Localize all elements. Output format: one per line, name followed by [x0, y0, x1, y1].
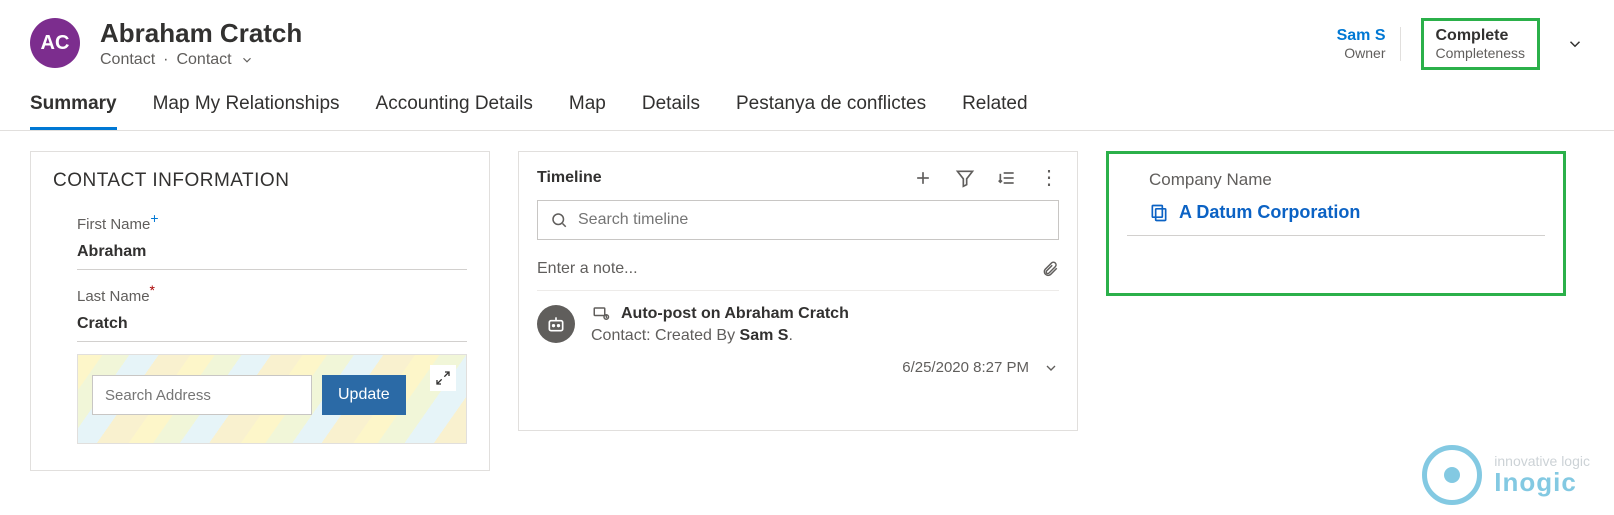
- tab-map[interactable]: Map: [569, 93, 606, 130]
- owner-value[interactable]: Sam S: [1337, 27, 1386, 45]
- company-name: A Datum Corporation: [1179, 202, 1360, 223]
- post-subtitle: Contact: Created By Sam S.: [591, 327, 1059, 345]
- autopost-type-icon: [591, 305, 611, 323]
- sort-icon[interactable]: [997, 168, 1017, 188]
- post-chevron-down-icon[interactable]: [1043, 360, 1059, 376]
- expand-icon[interactable]: [430, 365, 456, 391]
- last-name-label: Last Name*: [77, 282, 467, 305]
- search-icon: [550, 211, 568, 229]
- note-placeholder[interactable]: Enter a note...: [537, 260, 638, 278]
- entity-subtitle[interactable]: Contact · Contact: [100, 51, 302, 69]
- update-button[interactable]: Update: [322, 375, 406, 415]
- last-name-value[interactable]: Cratch: [77, 305, 467, 342]
- avatar: AC: [30, 18, 80, 68]
- more-icon[interactable]: ⋮: [1039, 168, 1059, 188]
- tab-summary[interactable]: Summary: [30, 93, 117, 130]
- owner-label: Owner: [1337, 45, 1386, 61]
- timeline-title: Timeline: [537, 169, 602, 187]
- chevron-down-icon[interactable]: [240, 53, 254, 67]
- tab-related[interactable]: Related: [962, 93, 1028, 130]
- timeline-card: Timeline ⋮ Enter a note...: [518, 151, 1078, 431]
- filter-icon[interactable]: [955, 168, 975, 188]
- watermark-brand: Inogic: [1494, 469, 1590, 496]
- entity-type: Contact: [100, 51, 155, 69]
- add-icon[interactable]: [913, 168, 933, 188]
- tab-bar: Summary Map My Relationships Accounting …: [0, 69, 1614, 131]
- completeness-value: Complete: [1436, 27, 1526, 45]
- timeline-search[interactable]: [537, 200, 1059, 240]
- first-name-label: First Name+: [77, 210, 467, 233]
- company-card: Company Name A Datum Corporation: [1106, 151, 1566, 296]
- address-search-input[interactable]: [92, 375, 312, 415]
- bot-icon: [537, 305, 575, 343]
- completeness-box: Complete Completeness: [1421, 18, 1541, 70]
- post-title: Auto-post on Abraham Cratch: [621, 305, 849, 323]
- company-label: Company Name: [1127, 170, 1545, 190]
- contact-info-title: CONTACT INFORMATION: [53, 170, 467, 192]
- post-datetime: 6/25/2020 8:27 PM: [902, 359, 1029, 376]
- contact-info-card: CONTACT INFORMATION First Name+ Abraham …: [30, 151, 490, 471]
- separator-dot: ·: [163, 51, 168, 69]
- company-link[interactable]: A Datum Corporation: [1127, 202, 1545, 236]
- first-name-value[interactable]: Abraham: [77, 233, 467, 270]
- completeness-label: Completeness: [1436, 45, 1526, 61]
- tab-accounting-details[interactable]: Accounting Details: [376, 93, 533, 130]
- form-name: Contact: [176, 51, 231, 69]
- map-area[interactable]: Update: [77, 354, 467, 444]
- timeline-post[interactable]: Auto-post on Abraham Cratch Contact: Cre…: [537, 305, 1059, 376]
- timeline-search-input[interactable]: [578, 211, 1046, 229]
- page-title: Abraham Cratch: [100, 18, 302, 49]
- entity-icon: [1149, 203, 1169, 223]
- attachment-icon[interactable]: [1041, 260, 1059, 278]
- header-chevron-down-icon[interactable]: [1566, 35, 1584, 53]
- tab-map-relationships[interactable]: Map My Relationships: [153, 93, 340, 130]
- tab-details[interactable]: Details: [642, 93, 700, 130]
- tab-conflictes[interactable]: Pestanya de conflictes: [736, 93, 926, 130]
- watermark-logo: innovative logic Inogic: [1422, 445, 1590, 505]
